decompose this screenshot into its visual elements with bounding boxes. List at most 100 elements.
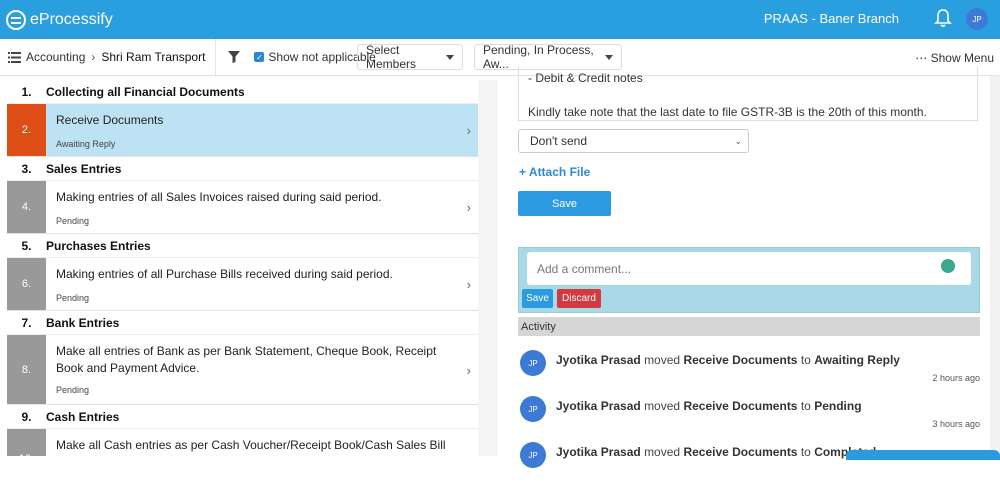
chevron-right-icon[interactable]: ›: [467, 277, 471, 292]
comment-discard-button[interactable]: Discard: [557, 289, 601, 308]
comment-box: Add a comment... Save Discard: [518, 247, 980, 313]
activity-verb: moved: [644, 445, 681, 459]
activity-verb: moved: [644, 353, 681, 367]
task-title: Make all Cash entries as per Cash Vouche…: [56, 438, 446, 456]
task-row[interactable]: 2. Receive Documents Awaiting Reply ›: [7, 104, 478, 157]
task-list: 1. Collecting all Financial Documents 2.…: [7, 80, 478, 456]
comment-save-button[interactable]: Save: [522, 289, 553, 308]
task-row[interactable]: 6. Making entries of all Purchase Bills …: [7, 258, 478, 311]
activity-text: Jyotika Prasad moved Receive Documents t…: [556, 399, 862, 413]
branch-name[interactable]: PRAAS - Baner Branch: [764, 11, 899, 26]
task-title: Receive Documents: [56, 113, 164, 127]
activity-text: Jyotika Prasad moved Receive Documents t…: [556, 353, 900, 367]
activity-target: Pending: [814, 399, 862, 413]
activity-task[interactable]: Receive Documents: [683, 353, 797, 367]
section-title: Bank Entries: [46, 315, 120, 330]
activity-task[interactable]: Receive Documents: [683, 445, 797, 459]
activity-user[interactable]: Jyotika Prasad: [556, 445, 641, 459]
avatar[interactable]: JP: [520, 350, 546, 376]
task-number: 8.: [7, 335, 46, 404]
section-title: Cash Entries: [46, 409, 120, 424]
activity-heading: Activity: [518, 317, 980, 336]
activity-verb: moved: [644, 399, 681, 413]
comment-placeholder: Add a comment...: [537, 261, 632, 276]
left-scrollbar[interactable]: [478, 80, 498, 456]
note-line: - Debit & Credit notes: [528, 71, 643, 85]
logo-icon: [6, 9, 26, 30]
more-icon: ⋯: [915, 51, 928, 65]
show-menu-button[interactable]: ⋯ Show Menu: [915, 51, 994, 65]
emoji-icon[interactable]: [941, 259, 955, 273]
section-number: 5.: [21, 238, 32, 253]
activity-to: to: [800, 399, 811, 413]
comment-input[interactable]: Add a comment...: [527, 252, 971, 285]
section-title: Purchases Entries: [46, 238, 151, 253]
breadcrumb-client[interactable]: Shri Ram Transport: [101, 50, 205, 64]
caret-down-icon: [446, 54, 454, 60]
task-status: Pending: [56, 293, 90, 303]
section-header[interactable]: 1. Collecting all Financial Documents: [7, 80, 478, 104]
top-bar: eProcessify PRAAS - Baner Branch JP: [0, 0, 1000, 39]
task-status: Pending: [56, 216, 90, 226]
members-dropdown[interactable]: Select Members: [357, 43, 463, 71]
activity-user[interactable]: Jyotika Prasad: [556, 399, 641, 413]
filter-icon[interactable]: [228, 51, 241, 63]
send-select-value: Don't send: [530, 134, 587, 148]
bell-icon[interactable]: [934, 8, 952, 28]
activity-text: Jyotika Prasad moved Receive Documents t…: [556, 445, 876, 459]
activity-task[interactable]: Receive Documents: [683, 399, 797, 413]
task-number: 4.: [7, 181, 46, 233]
app-name: eProcessify: [30, 10, 113, 28]
activity-to: to: [800, 445, 811, 459]
right-scrollbar[interactable]: [990, 76, 1000, 456]
task-title: Making entries of all Purchase Bills rec…: [56, 267, 393, 281]
task-status: Pending: [56, 385, 90, 395]
section-number: 1.: [21, 84, 32, 99]
avatar[interactable]: JP: [520, 442, 546, 468]
chevron-right-icon[interactable]: ›: [467, 200, 471, 215]
task-number: 10.: [7, 429, 46, 456]
app-logo[interactable]: eProcessify: [6, 9, 113, 30]
avatar[interactable]: JP: [520, 396, 546, 422]
chevron-right-icon[interactable]: ›: [467, 363, 471, 378]
task-title: Making entries of all Sales Invoices rai…: [56, 190, 382, 204]
task-number: 2.: [7, 104, 46, 156]
chevron-right-icon[interactable]: ›: [467, 123, 471, 138]
task-title: Make all entries of Bank as per Bank Sta…: [56, 344, 437, 375]
task-number: 6.: [7, 258, 46, 310]
task-row[interactable]: 10. Make all Cash entries as per Cash Vo…: [7, 429, 478, 456]
section-number: 3.: [21, 161, 32, 176]
task-row[interactable]: 4. Making entries of all Sales Invoices …: [7, 181, 478, 234]
note-line: Kindly take note that the last date to f…: [528, 105, 927, 119]
attach-file-link[interactable]: + Attach File: [519, 165, 590, 179]
section-header[interactable]: 9. Cash Entries: [7, 405, 478, 429]
list-icon[interactable]: [8, 51, 21, 63]
members-dropdown-value: Select Members: [366, 43, 417, 71]
section-title: Collecting all Financial Documents: [46, 84, 245, 99]
activity-item: JP Jyotika Prasad moved Receive Document…: [518, 350, 980, 390]
send-select[interactable]: Don't send ⌄: [518, 129, 749, 153]
activity-user[interactable]: Jyotika Prasad: [556, 353, 641, 367]
save-button[interactable]: Save: [518, 191, 611, 216]
section-number: 9.: [21, 409, 32, 424]
chevron-down-icon: ⌄: [734, 136, 742, 146]
section-header[interactable]: 3. Sales Entries: [7, 157, 478, 181]
activity-item: JP Jyotika Prasad moved Receive Document…: [518, 396, 980, 436]
task-note: - Debit & Credit notes Kindly take note …: [518, 67, 978, 121]
checkbox-icon[interactable]: ✓: [254, 52, 265, 62]
toolbar-divider: [215, 38, 217, 76]
chevron-right-icon: ›: [91, 50, 96, 64]
section-header[interactable]: 7. Bank Entries: [7, 311, 478, 335]
task-row[interactable]: 8. Make all entries of Bank as per Bank …: [7, 335, 478, 405]
show-menu-label: Show Menu: [930, 51, 994, 65]
section-header[interactable]: 5. Purchases Entries: [7, 234, 478, 258]
user-avatar[interactable]: JP: [966, 8, 988, 30]
task-status: Awaiting Reply: [56, 139, 116, 149]
section-number: 7.: [21, 315, 32, 330]
section-title: Sales Entries: [46, 161, 122, 176]
activity-time: 2 hours ago: [932, 373, 980, 383]
breadcrumb-accounting[interactable]: Accounting: [26, 50, 85, 64]
activity-to: to: [800, 353, 811, 367]
floating-action-button[interactable]: [846, 450, 1000, 460]
activity-item: JP Jyotika Prasad moved Receive Document…: [518, 442, 980, 482]
